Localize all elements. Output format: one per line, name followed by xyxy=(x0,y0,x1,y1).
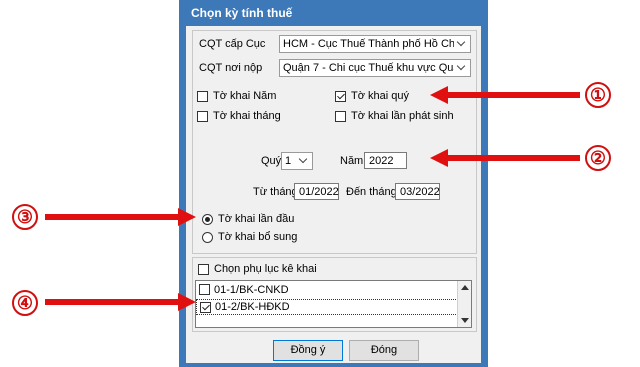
callout-1: ① xyxy=(585,82,611,108)
arrow-1-icon xyxy=(430,86,580,104)
callout-4: ④ xyxy=(12,290,38,316)
annotation-arrows xyxy=(45,86,580,311)
callout-2: ② xyxy=(585,145,611,171)
callout-3: ③ xyxy=(12,204,38,230)
arrow-4-icon xyxy=(45,293,196,311)
arrow-2-icon xyxy=(430,149,580,167)
arrow-3-icon xyxy=(45,208,196,226)
